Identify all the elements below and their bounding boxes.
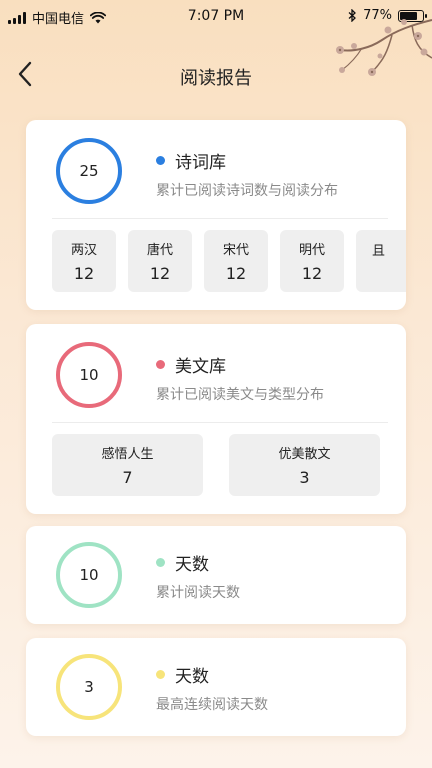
prose-type-value: 7	[122, 468, 133, 487]
dynasty-label: 宋代	[222, 243, 249, 258]
green-dot-icon	[156, 558, 165, 567]
total-days-ring: 10	[56, 542, 122, 608]
divider	[52, 218, 388, 219]
prose-type-chip[interactable]: 感悟人生 7	[52, 434, 203, 496]
dynasty-value: 12	[73, 264, 95, 283]
streak-card[interactable]: 3 天数 最高连续阅读天数	[26, 638, 406, 736]
prose-type-label: 感悟人生	[101, 447, 154, 462]
dynasty-label: 唐代	[146, 243, 173, 258]
poetry-title-label: 诗词库	[175, 153, 226, 173]
prose-card[interactable]: 10 美文库 累计已阅读美文与类型分布 感悟人生 7 优美散文 3	[26, 324, 406, 514]
streak-subtitle: 最高连续阅读天数	[156, 697, 268, 713]
poetry-subtitle: 累计已阅读诗词数与阅读分布	[156, 183, 338, 199]
dynasty-label: 明代	[298, 243, 325, 258]
poetry-count-ring: 25	[56, 138, 122, 204]
poetry-card[interactable]: 25 诗词库 累计已阅读诗词数与阅读分布 两汉 12 唐代 12 宋代 12 明…	[26, 120, 406, 310]
dynasty-chip[interactable]: 两汉 12	[52, 230, 116, 292]
total-days-card[interactable]: 10 天数 累计阅读天数	[26, 526, 406, 624]
prose-type-list: 感悟人生 7 优美散文 3	[52, 434, 380, 496]
prose-count-ring: 10	[56, 342, 122, 408]
red-dot-icon	[156, 360, 165, 369]
dynasty-list[interactable]: 两汉 12 唐代 12 宋代 12 明代 12 且	[52, 230, 406, 292]
prose-card-header: 10 美文库 累计已阅读美文与类型分布	[26, 324, 406, 424]
streak-title-label: 天数	[175, 667, 209, 687]
total-days-count: 10	[79, 566, 99, 584]
dynasty-value: 12	[225, 264, 247, 283]
total-days-title-label: 天数	[175, 555, 209, 575]
poetry-card-header: 25 诗词库 累计已阅读诗词数与阅读分布	[26, 120, 406, 220]
page-title: 阅读报告	[180, 68, 252, 89]
nav-bar: 阅读报告	[0, 50, 432, 100]
dynasty-value: 12	[301, 264, 323, 283]
dynasty-chip[interactable]: 明代 12	[280, 230, 344, 292]
streak-count: 3	[84, 678, 94, 696]
prose-type-chip[interactable]: 优美散文 3	[229, 434, 380, 496]
streak-card-header: 3 天数 最高连续阅读天数	[26, 638, 406, 736]
dynasty-value: 12	[149, 264, 171, 283]
prose-title: 美文库	[156, 352, 226, 377]
poetry-title: 诗词库	[156, 148, 226, 173]
total-days-subtitle: 累计阅读天数	[156, 585, 240, 601]
divider	[52, 422, 388, 423]
prose-count: 10	[79, 366, 99, 384]
prose-subtitle: 累计已阅读美文与类型分布	[156, 387, 324, 403]
dynasty-chip[interactable]: 且	[356, 230, 406, 292]
dynasty-chip[interactable]: 唐代 12	[128, 230, 192, 292]
total-days-title: 天数	[156, 550, 209, 575]
prose-type-value: 3	[299, 468, 310, 487]
poetry-count: 25	[79, 162, 99, 180]
total-days-card-header: 10 天数 累计阅读天数	[26, 526, 406, 624]
dynasty-label: 两汉	[70, 243, 97, 258]
blue-dot-icon	[156, 156, 165, 165]
yellow-dot-icon	[156, 670, 165, 679]
streak-title: 天数	[156, 662, 209, 687]
dynasty-chip[interactable]: 宋代 12	[204, 230, 268, 292]
prose-type-label: 优美散文	[278, 447, 331, 462]
streak-ring: 3	[56, 654, 122, 720]
dynasty-label: 且	[372, 244, 386, 259]
prose-title-label: 美文库	[175, 357, 226, 377]
